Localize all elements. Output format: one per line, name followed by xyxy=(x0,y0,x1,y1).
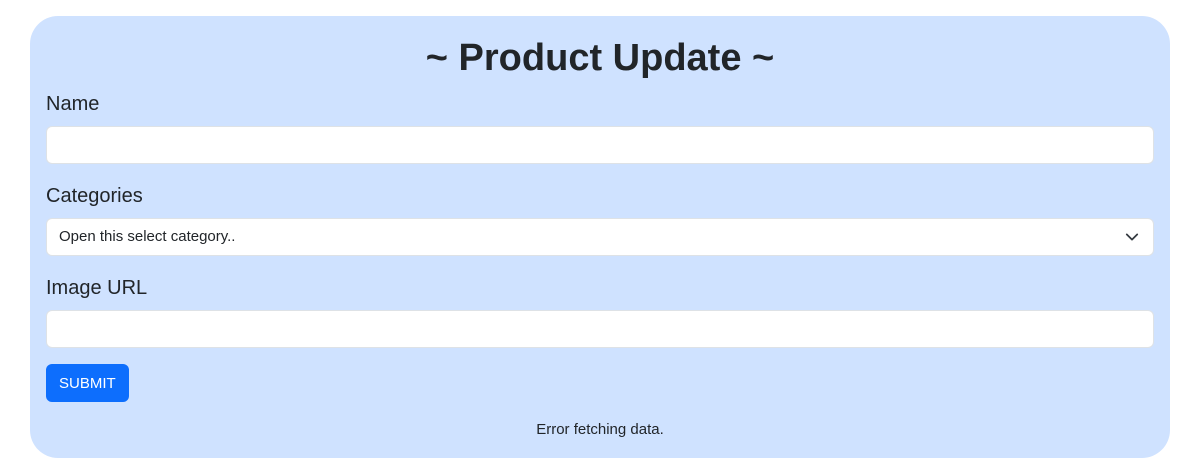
status-message: Error fetching data. xyxy=(536,421,664,438)
categories-selected-value: Open this select category.. xyxy=(59,228,236,245)
product-update-card: ~ Product Update ~ Name Categories Open … xyxy=(30,16,1170,458)
categories-label: Categories xyxy=(46,185,143,207)
chevron-down-icon xyxy=(1125,233,1139,241)
image-url-label: Image URL xyxy=(46,277,148,299)
categories-select[interactable]: Open this select category.. xyxy=(46,218,1154,256)
page-title: ~ Product Update ~ xyxy=(425,37,775,79)
submit-button[interactable]: SUBMIT xyxy=(46,364,129,402)
name-input[interactable] xyxy=(46,126,1154,164)
image-url-input[interactable] xyxy=(46,310,1154,348)
name-label: Name xyxy=(46,93,100,115)
